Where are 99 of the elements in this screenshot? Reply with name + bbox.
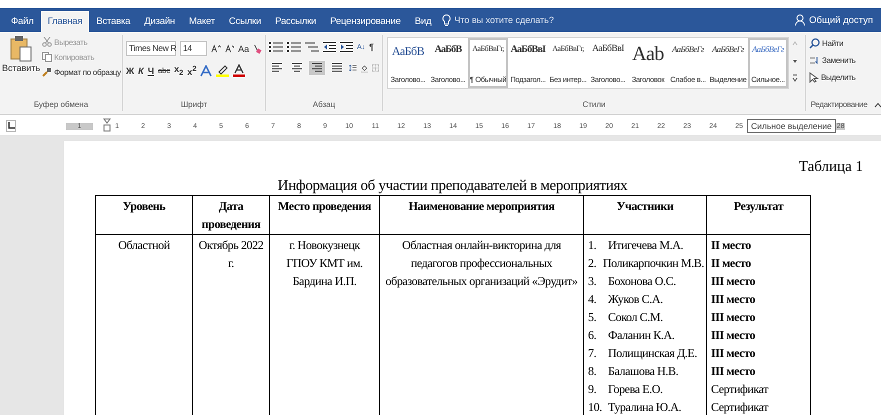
align-button[interactable] — [309, 61, 325, 75]
group-label: Редактирование — [810, 100, 868, 111]
copy-icon — [42, 52, 52, 62]
result-text: III место — [711, 345, 756, 362]
list-number: 3. — [588, 273, 598, 290]
ribbon-tab[interactable]: Файл — [4, 11, 41, 32]
result-text: Сертификат — [711, 381, 768, 398]
table-title: Информация об участии преподавателей в мероприятиях — [276, 178, 628, 195]
align-button[interactable] — [289, 61, 305, 75]
person-icon — [795, 14, 806, 26]
tab-selector[interactable] — [6, 120, 16, 132]
format-painter-button[interactable]: Формат по образцу — [42, 67, 121, 77]
ribbon-tab[interactable]: Рассылки — [268, 11, 324, 32]
paste-button[interactable]: Вставить — [2, 35, 40, 100]
align-button[interactable] — [329, 61, 345, 75]
share-button[interactable]: Общий доступ — [809, 14, 873, 26]
tell-me-search[interactable]: Что вы хотите сделать? — [454, 15, 554, 25]
list-number: 1. — [588, 237, 598, 254]
indent-marker-icon[interactable] — [103, 118, 111, 132]
eraser-icon[interactable] — [253, 42, 262, 54]
ribbon-tab[interactable]: Вставка — [89, 11, 138, 32]
participant-name: Сокол С.М. — [608, 309, 663, 326]
font-color-icon[interactable] — [233, 64, 246, 77]
shrink-font-icon[interactable] — [224, 43, 234, 54]
decrease-indent-icon[interactable] — [323, 41, 336, 53]
ribbon-tab[interactable]: Главная — [40, 11, 90, 32]
font-size-field[interactable]: 14 — [180, 41, 207, 56]
bold-button[interactable]: Ж — [126, 66, 134, 76]
lightbulb-icon — [442, 14, 452, 26]
participant-name: Жуков С.А. — [608, 291, 663, 308]
result-text: Сертификат — [711, 399, 768, 415]
numbered-list-icon[interactable] — [287, 41, 301, 53]
participant-name: Поликарпочкин М.В. — [602, 255, 704, 272]
ribbon-tab[interactable]: Вид — [408, 11, 438, 32]
scissors-icon — [42, 37, 52, 47]
list-number: 9. — [588, 381, 598, 398]
show-formatting-button[interactable]: ¶ — [369, 42, 374, 52]
bullet-list-icon[interactable] — [269, 41, 283, 53]
text-effects-icon[interactable] — [200, 64, 212, 76]
highlighter-icon[interactable] — [216, 64, 230, 77]
column-header: Результат — [706, 196, 810, 234]
list-number: 2. — [588, 255, 598, 272]
underline-button[interactable]: Ч — [148, 66, 154, 76]
brush-icon — [42, 67, 52, 77]
table-caption: Таблица 1 — [798, 159, 864, 176]
participant-name: Полищинская Д.Е. — [608, 345, 697, 362]
line-spacing-icon[interactable] — [349, 62, 357, 74]
participant-name: Туралина Ю.А. — [608, 399, 682, 415]
result-text: III место — [711, 363, 756, 380]
replace-button[interactable]: Заменить — [809, 55, 872, 66]
result-text: III место — [711, 327, 756, 344]
group-label: Стили — [581, 100, 607, 111]
list-number: 5. — [588, 309, 598, 326]
column-header: Место проведения — [270, 196, 380, 234]
group-label: Шрифт — [180, 100, 208, 111]
participant-name: Итигечева М.А. — [608, 237, 684, 254]
multilevel-list-icon[interactable] — [305, 41, 319, 53]
change-case-button[interactable]: Aa — [238, 44, 250, 54]
font-name-field[interactable]: Times New R — [126, 41, 176, 56]
cursor-icon — [809, 72, 819, 83]
list-number: 10. — [588, 399, 603, 415]
group-label: Буфер обмена — [32, 100, 90, 111]
ribbon-tab[interactable]: Рецензирование — [323, 11, 408, 32]
ribbon-tab[interactable]: Макет — [182, 11, 222, 32]
column-header: Уровень — [96, 196, 192, 234]
column-header: Дата проведения — [192, 196, 270, 234]
list-number: 8. — [588, 363, 598, 380]
search-icon — [809, 38, 820, 49]
result-text: III место — [711, 291, 756, 308]
table-cell: Областной — [96, 234, 192, 415]
tooltip: Сильное выделение — [747, 119, 836, 133]
collapse-ribbon-icon[interactable] — [874, 102, 881, 108]
result-text: III место — [711, 273, 756, 290]
result-text: III место — [711, 309, 756, 326]
borders-icon[interactable] — [372, 62, 380, 74]
clipboard-icon — [10, 35, 32, 63]
result-text: II место — [711, 237, 751, 254]
grow-font-icon[interactable] — [210, 43, 221, 54]
find-button[interactable]: Найти — [809, 38, 872, 49]
increase-indent-icon[interactable] — [340, 41, 353, 53]
participant-name: Фаланин К.А. — [608, 327, 674, 344]
select-button[interactable]: Выделить — [809, 72, 872, 83]
align-button[interactable] — [269, 61, 285, 75]
superscript-button[interactable]: x$^{2}$ — [187, 64, 196, 77]
subscript-button[interactable]: x$_{2}$ — [174, 64, 184, 77]
ribbon-tab[interactable]: Дизайн — [137, 11, 182, 32]
result-text: II место — [711, 255, 751, 272]
replace-icon — [809, 55, 820, 66]
ribbon-tab[interactable]: Ссылки — [222, 11, 268, 32]
participant-name: Горева Е.О. — [608, 381, 663, 398]
list-number: 4. — [588, 291, 598, 308]
list-number: 6. — [588, 327, 598, 344]
list-number: 7. — [588, 345, 598, 362]
participant-name: Бохонова О.С. — [608, 273, 676, 290]
group-label: Абзац — [312, 100, 336, 111]
italic-button[interactable]: К — [138, 66, 144, 76]
column-header: Участники — [584, 196, 706, 234]
participant-name: Балашова Н.В. — [608, 363, 678, 380]
column-header: Наименование мероприятия — [380, 196, 584, 234]
